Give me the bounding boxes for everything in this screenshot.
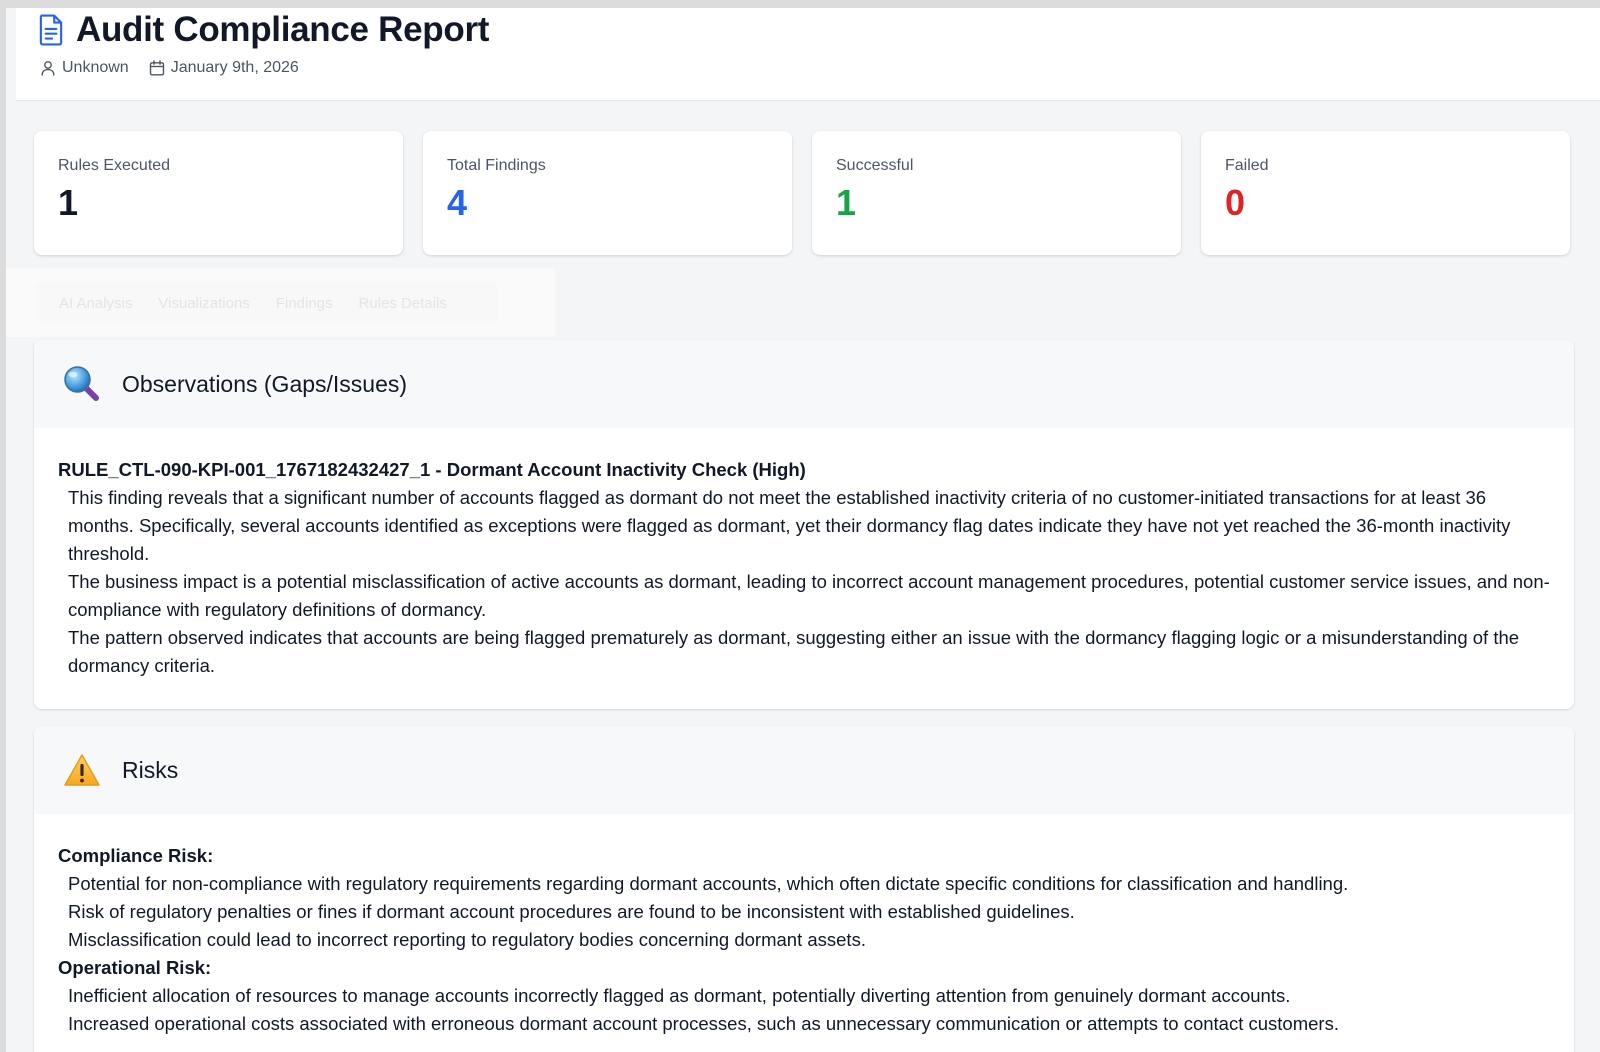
observations-body: RULE_CTL-090-KPI-001_1767182432427_1 - D… xyxy=(34,428,1574,700)
finding-heading: RULE_CTL-090-KPI-001_1767182432427_1 - D… xyxy=(58,459,806,480)
risk-item: Risk of regulatory penalties or fines if… xyxy=(68,901,1075,922)
observation-paragraph: This finding reveals that a significant … xyxy=(68,487,1511,564)
observations-title: Observations (Gaps/Issues) xyxy=(122,370,408,397)
stat-label: Successful xyxy=(836,157,914,174)
tab-rules-details[interactable]: Rules Details xyxy=(348,289,458,318)
operational-risk-heading: Operational Risk: xyxy=(58,957,212,978)
report-header: Audit Compliance Report Unknown January … xyxy=(16,8,1600,101)
author-meta: Unknown xyxy=(40,59,129,77)
stat-card-failed: Failed 0 xyxy=(1201,131,1570,255)
date-meta: January 9th, 2026 xyxy=(149,59,299,77)
observation-paragraph: The pattern observed indicates that acco… xyxy=(68,627,1520,676)
stat-value: 0 xyxy=(1225,182,1246,223)
risk-item: Misclassification could lead to incorrec… xyxy=(68,929,866,950)
tabs-strip: AI Analysis Visualizations Findings Rule… xyxy=(6,268,555,337)
tab-list: AI Analysis Visualizations Findings Rule… xyxy=(36,282,498,324)
user-icon xyxy=(41,61,55,76)
magnifying-glass-icon xyxy=(64,366,99,401)
risk-item: Inefficient allocation of resources to m… xyxy=(68,985,1291,1006)
tab-ai-analysis[interactable]: AI Analysis xyxy=(48,289,143,318)
tab-findings[interactable]: Findings xyxy=(265,289,344,318)
tab-visualizations[interactable]: Visualizations xyxy=(147,289,260,318)
warning-icon xyxy=(64,754,100,786)
page-title: Audit Compliance Report xyxy=(76,10,490,49)
document-icon xyxy=(39,14,63,46)
observation-paragraph: The business impact is a potential miscl… xyxy=(68,571,1550,620)
stat-card-total-findings: Total Findings 4 xyxy=(423,131,792,255)
observations-header: Observations (Gaps/Issues) xyxy=(34,340,1574,428)
compliance-risk-heading: Compliance Risk: xyxy=(58,845,214,866)
risks-header: Risks xyxy=(34,726,1574,814)
risk-item: Potential for non-compliance with regula… xyxy=(68,873,1349,894)
stat-label: Failed xyxy=(1225,157,1269,174)
stat-value: 1 xyxy=(836,182,857,223)
date-text: January 9th, 2026 xyxy=(170,59,299,76)
stat-value: 1 xyxy=(58,182,79,223)
stat-label: Total Findings xyxy=(447,157,546,174)
stat-card-rules-executed: Rules Executed 1 xyxy=(34,131,403,255)
title-row: Audit Compliance Report xyxy=(38,10,489,50)
risks-title: Risks xyxy=(122,756,179,783)
stats-row: Rules Executed 1 Total Findings 4 Succes… xyxy=(34,131,1570,255)
observations-section: Observations (Gaps/Issues) RULE_CTL-090-… xyxy=(34,340,1574,709)
risks-section: Risks Compliance Risk: Potential for non… xyxy=(34,726,1574,1052)
stat-value: 4 xyxy=(447,182,468,223)
stat-label: Rules Executed xyxy=(58,157,171,174)
risk-item: Increased operational costs associated w… xyxy=(68,1013,1339,1034)
author-text: Unknown xyxy=(62,59,129,76)
risks-body: Compliance Risk: Potential for non-compl… xyxy=(34,814,1574,1052)
report-viewport: Audit Compliance Report Unknown January … xyxy=(6,8,1600,1052)
stat-card-successful: Successful 1 xyxy=(812,131,1181,255)
report-meta: Unknown January 9th, 2026 xyxy=(40,59,299,77)
calendar-icon xyxy=(149,60,164,76)
